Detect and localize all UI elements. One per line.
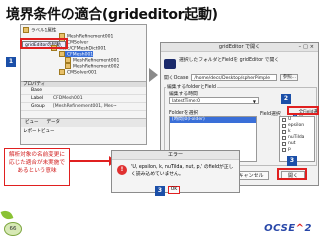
- checkbox-icon: [282, 118, 286, 122]
- folder-label: Folderを選択: [169, 111, 199, 116]
- field-label: Field選択: [260, 112, 281, 117]
- brand-logo: OCSE^2: [264, 223, 312, 234]
- browse-button[interactable]: 参照...: [280, 74, 299, 81]
- checkbox-icon: [282, 148, 286, 152]
- step1-badge: 1: [6, 57, 16, 67]
- property-row[interactable]: Base: [21, 87, 146, 95]
- view-tabs: ビュー データ: [21, 118, 146, 127]
- checkbox-icon: [282, 124, 286, 128]
- case-row: 開くOcase /home/decs/Desktop/spherPimple 参…: [164, 74, 299, 81]
- step3-highlight: [277, 168, 307, 180]
- annotation-note: 解析対象の名前変更に 応じた適合が未実施で あるという意味: [4, 148, 70, 186]
- checkbox-icon: [282, 130, 286, 134]
- property-row[interactable]: Label CFDMesh001: [21, 95, 146, 103]
- step2-highlight: [287, 106, 319, 115]
- time-select[interactable]: latestTime:0 ▼: [169, 97, 259, 104]
- chevron-down-icon: ▼: [252, 99, 256, 104]
- report-view-tab[interactable]: レポートビュー: [21, 128, 55, 134]
- error-icon: !: [117, 165, 127, 175]
- ok-button[interactable]: OK: [168, 186, 180, 194]
- error-dialog-title: エラー: [112, 151, 239, 160]
- close-icon[interactable]: ×: [310, 44, 316, 50]
- case-label: 開くOcase: [164, 76, 189, 81]
- group-label: 編集するfolderとField: [166, 83, 217, 90]
- tree-item[interactable]: CMSolver001: [59, 69, 97, 76]
- field-item[interactable]: p: [280, 147, 314, 153]
- dialog-instruction: 選択したフォルダとFieldを gridEditor で開く: [179, 58, 280, 63]
- tab-data[interactable]: データ: [43, 119, 65, 127]
- leaf-icon: [0, 208, 14, 222]
- slide-title: 境界条件の適合(grideditor起動): [6, 7, 218, 23]
- step3-badge: 3: [287, 156, 297, 166]
- flow-arrow: [149, 68, 158, 82]
- case-path-input[interactable]: /home/decs/Desktop/spherPimple: [191, 74, 278, 81]
- maximize-icon[interactable]: □: [303, 44, 310, 50]
- field-list: U epsilon k nuTilda nut p: [279, 116, 315, 162]
- folder-icon: [23, 27, 29, 33]
- app-logo-icon: [164, 59, 176, 69]
- solver-icon: [59, 69, 65, 75]
- page-number: 66: [4, 222, 22, 236]
- dialog-title: gridEditor で開く: [161, 43, 318, 52]
- error-message: 'U, epsilon, k, nuTilda, nut, p,' のfield…: [131, 165, 234, 177]
- step3-badge-ok: 3: [155, 186, 165, 196]
- folder-item[interactable]: [時間]0(Folder): [170, 117, 256, 123]
- tree-item[interactable]: ラベル1属性: [23, 27, 56, 34]
- window-controls: –□×: [299, 44, 316, 50]
- property-row[interactable]: Group [MeshRefinement001, Mes~: [21, 103, 146, 111]
- tab-view[interactable]: ビュー: [21, 119, 43, 127]
- step2-badge: 2: [281, 94, 291, 104]
- checkbox-icon: [282, 142, 286, 146]
- annotation-arrow: [70, 156, 116, 166]
- step1-highlight: [20, 38, 68, 49]
- time-label: 編集する時間: [169, 92, 198, 97]
- checkbox-icon: [282, 136, 286, 140]
- properties-grid: Base Label CFDMesh001 Group [MeshRefinemen…: [21, 87, 146, 111]
